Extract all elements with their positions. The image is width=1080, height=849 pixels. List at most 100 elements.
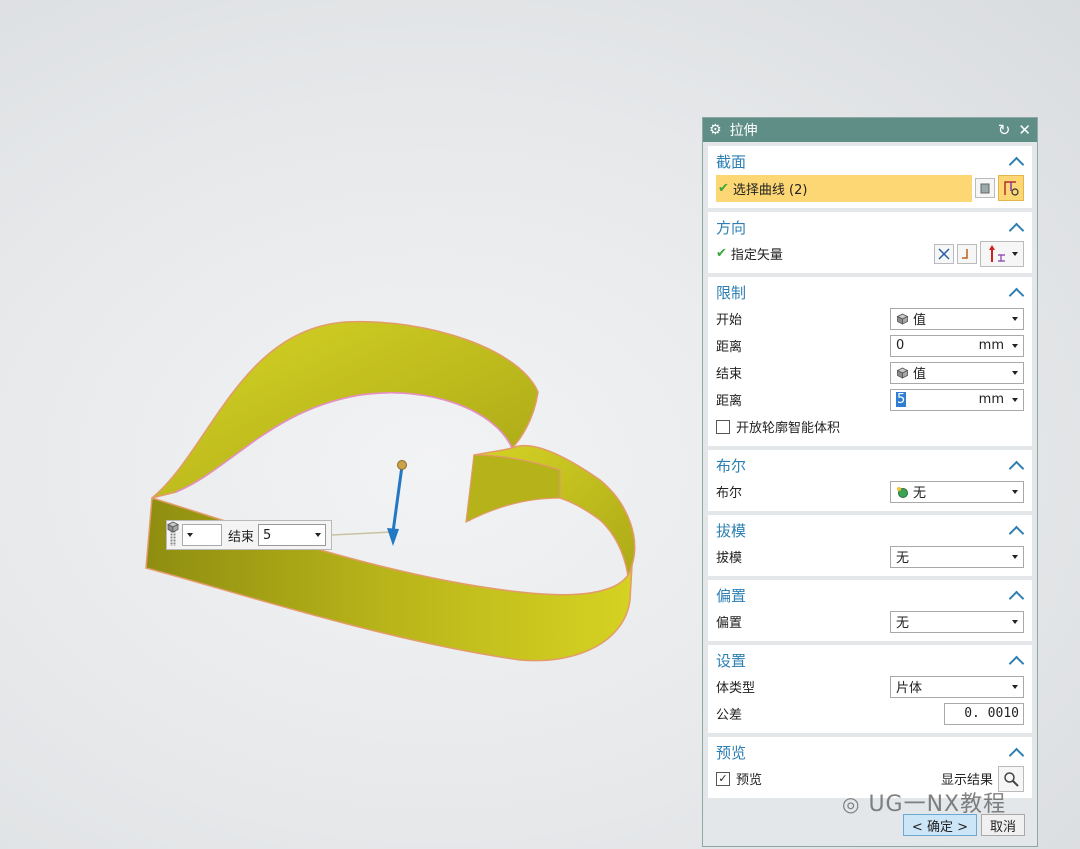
end-distance-label: 距离 — [716, 394, 743, 409]
tolerance-input[interactable]: 0. 0010 — [944, 702, 1024, 725]
offset-title: 偏置 — [716, 586, 747, 605]
reverse-direction-icon — [938, 247, 950, 260]
end-type-select[interactable]: 值 — [890, 361, 1024, 384]
chevron-down-icon — [315, 533, 322, 537]
close-icon[interactable]: ✕ — [1018, 122, 1031, 138]
direction-header[interactable]: 方向 — [716, 214, 1025, 240]
chevron-down-icon — [187, 533, 193, 537]
value-cube-icon — [896, 367, 909, 379]
boolean-panel: 布尔 布尔 无 — [708, 450, 1032, 511]
check-icon: ✔ — [716, 246, 727, 261]
float-end-label: 结束 — [228, 529, 255, 545]
offset-select[interactable]: 无 — [890, 610, 1024, 633]
body-type-select[interactable]: 片体 — [890, 675, 1024, 698]
offset-panel: 偏置 偏置 无 — [708, 580, 1032, 641]
start-label: 开始 — [716, 313, 743, 328]
collapse-icon[interactable] — [1008, 222, 1025, 238]
open-profile-label: 开放轮廓智能体积 — [736, 421, 841, 436]
start-type-select[interactable]: 值 — [890, 307, 1024, 330]
boolean-header[interactable]: 布尔 — [716, 452, 1025, 478]
limits-header[interactable]: 限制 — [716, 279, 1025, 305]
curve-icon — [1004, 181, 1019, 196]
zc-vector-icon — [988, 244, 1005, 262]
chevron-down-icon — [1012, 489, 1018, 494]
watermark-text: UG一NX教程 — [868, 792, 1007, 817]
boolean-title: 布尔 — [716, 456, 747, 475]
preview-checkbox[interactable]: ✓ — [716, 771, 730, 786]
direction-vector-arrow — [391, 465, 404, 533]
magnifier-icon — [1004, 771, 1019, 787]
vector-origin-handle — [397, 460, 407, 470]
draft-title: 拔模 — [716, 521, 747, 540]
draft-panel: 拔模 拔模 无 — [708, 515, 1032, 576]
end-distance-unit: mm — [978, 392, 1004, 407]
start-distance-label: 距离 — [716, 340, 743, 355]
end-label: 结束 — [716, 367, 743, 382]
end-type-value: 值 — [913, 367, 927, 382]
collapse-icon[interactable] — [1008, 287, 1025, 303]
select-curve-field[interactable]: ✔ 选择曲线 (2) — [716, 174, 972, 202]
extrude-dialog: ⚙ 拉伸 ↻ ✕ 截面 ✔ 选择曲线 (2) 方向 ✔ 指定矢量 限制 开始 值… — [702, 117, 1038, 847]
collapse-icon[interactable] — [1008, 156, 1025, 172]
onscreen-input-box[interactable]: 结束 5 — [166, 520, 332, 550]
specify-vector-label: 指定矢量 — [730, 248, 783, 263]
draft-label: 拔模 — [716, 551, 743, 566]
collapse-icon[interactable] — [1008, 747, 1025, 763]
float-end-value: 5 — [263, 527, 272, 543]
boolean-select[interactable]: 无 — [890, 480, 1024, 503]
select-curve-label: 选择曲线 (2) — [732, 182, 808, 198]
end-distance-value: 5 — [896, 392, 907, 407]
sketch-section-button[interactable] — [975, 178, 995, 198]
value-cube-icon — [167, 521, 179, 533]
limit-type-dropdown[interactable] — [167, 521, 222, 546]
offset-label: 偏置 — [716, 616, 743, 631]
offset-value: 无 — [896, 616, 910, 631]
dialog-titlebar[interactable]: ⚙ 拉伸 ↻ ✕ — [703, 118, 1037, 142]
collapse-icon[interactable] — [1008, 590, 1025, 606]
settings-panel: 设置 体类型 片体 公差 0. 0010 — [708, 645, 1032, 733]
open-profile-checkbox[interactable] — [716, 419, 730, 434]
preview-header[interactable]: 预览 — [716, 739, 1025, 765]
limits-panel: 限制 开始 值 距离 0 mm 结束 值 距离 5 mm 开放轮廓智能体积 — [708, 277, 1032, 446]
float-end-value-input[interactable]: 5 — [258, 524, 327, 546]
boolean-none-icon — [897, 486, 908, 498]
collapse-icon[interactable] — [1008, 655, 1025, 671]
chevron-down-icon — [1012, 554, 1018, 559]
watermark: ◎ UG一NX教程 — [842, 786, 1006, 818]
sketch-icon — [980, 183, 990, 194]
start-distance-input[interactable]: 0 mm — [890, 334, 1024, 357]
draft-select[interactable]: 无 — [890, 545, 1024, 568]
dialog-title: 拉伸 — [729, 123, 758, 139]
wechat-icon: ◎ — [842, 792, 861, 816]
boolean-value: 无 — [913, 486, 927, 501]
vector-type-dropdown[interactable] — [980, 240, 1024, 267]
direction-title: 方向 — [716, 218, 747, 237]
vector-constructor-icon — [962, 248, 968, 259]
start-distance-value: 0 — [896, 338, 905, 353]
vector-dialog-button[interactable] — [957, 243, 977, 264]
end-distance-input[interactable]: 5 mm — [890, 388, 1024, 411]
reset-icon[interactable]: ↻ — [998, 122, 1011, 138]
gear-icon: ⚙ — [709, 122, 722, 138]
preview-title: 预览 — [716, 743, 747, 762]
settings-header[interactable]: 设置 — [716, 647, 1025, 673]
collapse-icon[interactable] — [1008, 525, 1025, 541]
chevron-down-icon — [1012, 619, 1018, 624]
reverse-direction-button[interactable] — [934, 243, 954, 264]
chevron-down-icon — [1012, 397, 1018, 402]
draft-header[interactable]: 拔模 — [716, 517, 1025, 543]
chevron-down-icon — [1012, 316, 1018, 321]
curve-select-button[interactable] — [998, 175, 1024, 201]
check-icon: ✔ — [718, 180, 729, 196]
direction-arrowhead — [387, 528, 399, 546]
direction-leader-line — [331, 531, 393, 536]
chevron-down-icon — [1012, 684, 1018, 689]
settings-title: 设置 — [716, 651, 747, 670]
notch-wall — [465, 454, 561, 524]
collapse-icon[interactable] — [1008, 460, 1025, 476]
start-type-value: 值 — [913, 313, 927, 328]
start-distance-unit: mm — [978, 338, 1004, 353]
chevron-down-icon — [1011, 251, 1018, 256]
offset-header[interactable]: 偏置 — [716, 582, 1025, 608]
section-header[interactable]: 截面 — [716, 148, 1025, 174]
